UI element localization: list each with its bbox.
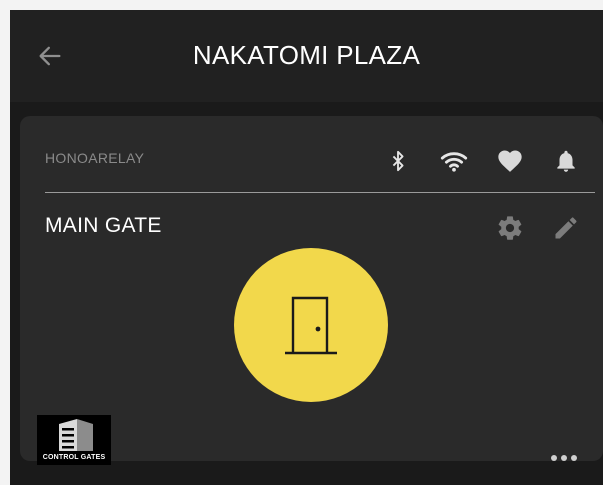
status-icons	[381, 144, 583, 178]
gate-actions	[493, 211, 583, 245]
building-logo-icon	[59, 419, 93, 451]
gate-card: HONOARELAY MAIN GATE CONTROL GATES	[20, 116, 603, 465]
gate-name: MAIN GATE	[45, 214, 162, 237]
divider	[45, 192, 595, 193]
header-bar: NAKATOMI PLAZA	[10, 10, 603, 102]
bluetooth-icon	[381, 144, 415, 178]
open-gate-button[interactable]	[234, 248, 388, 402]
relay-name: HONOARELAY	[45, 150, 145, 166]
heart-icon[interactable]	[493, 144, 527, 178]
pencil-icon[interactable]	[549, 211, 583, 245]
wifi-icon	[437, 144, 471, 178]
gear-icon[interactable]	[493, 211, 527, 245]
bell-icon[interactable]	[549, 144, 583, 178]
app-screen: NAKATOMI PLAZA HONOARELAY MAIN GATE CONT…	[10, 10, 603, 485]
door-icon	[285, 296, 337, 355]
ellipsis-icon	[551, 455, 577, 461]
more-options-button[interactable]	[547, 450, 581, 466]
page-title: NAKATOMI PLAZA	[192, 40, 421, 70]
control-gates-logo: CONTROL GATES	[37, 415, 111, 465]
logo-text: CONTROL GATES	[42, 454, 106, 461]
